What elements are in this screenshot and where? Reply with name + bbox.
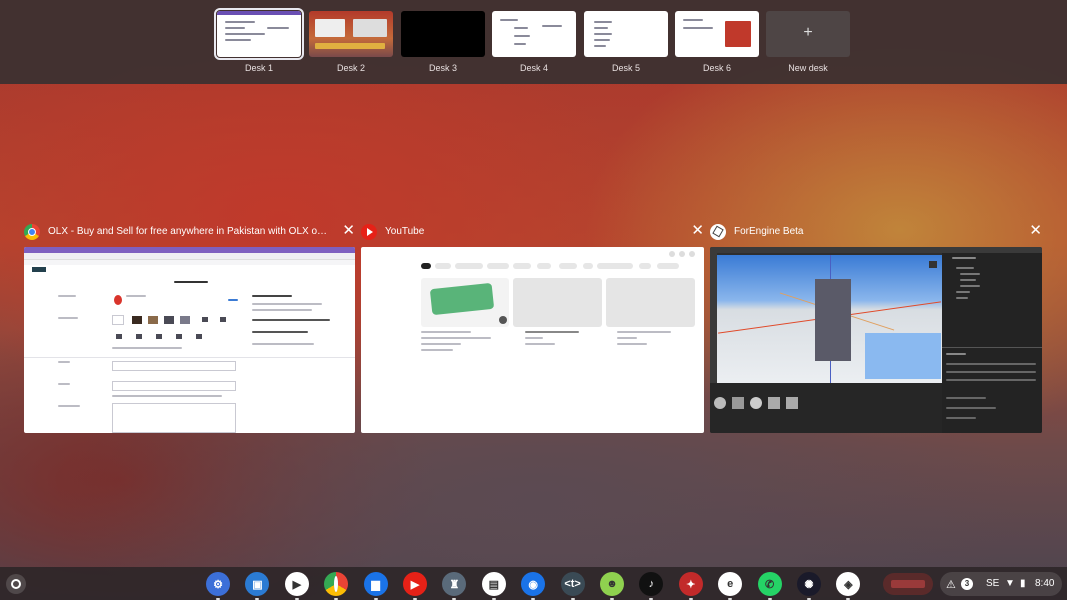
shelf-app-e-app[interactable]: e <box>718 572 743 600</box>
desk-thumbnail <box>309 11 393 57</box>
window-title: YouTube <box>385 226 425 237</box>
window-youtube[interactable]: YouTube ✕ <box>361 222 704 433</box>
shelf-app-spider-game[interactable]: ✦ <box>678 572 703 600</box>
shelf-app-game[interactable]: ♜ <box>442 572 467 600</box>
desk-2[interactable]: Desk 2 <box>309 11 393 73</box>
hero-icon: ✦ <box>686 578 696 591</box>
window-title: OLX - Buy and Sell for free anywhere in … <box>48 226 328 237</box>
desk-label: Desk 4 <box>519 63 548 73</box>
cube-icon: ◈ <box>844 578 853 591</box>
media-icon: ▤ <box>488 578 499 591</box>
wifi-icon: ▼ <box>1005 578 1015 589</box>
shelf-app-play-store[interactable]: ▶ <box>284 572 309 600</box>
desk-5[interactable]: Desk 5 <box>584 11 668 73</box>
window-header: YouTube ✕ <box>361 222 704 244</box>
frog-icon: ☻ <box>606 578 618 590</box>
desk-thumbnail <box>401 11 485 57</box>
shelf-app-settings[interactable]: ⚙ <box>206 572 230 600</box>
whatsapp-icon: ✆ <box>764 578 775 591</box>
window-olx[interactable]: OLX - Buy and Sell for free anywhere in … <box>24 222 355 433</box>
shelf-app-shadow-game[interactable]: ✺ <box>797 572 821 600</box>
desk-label: Desk 6 <box>702 63 731 73</box>
window-header: OLX - Buy and Sell for free anywhere in … <box>24 222 355 244</box>
forengine-icon <box>710 224 726 240</box>
new-desk-label: New desk <box>788 63 828 73</box>
shelf-app-files[interactable]: ▆ <box>363 572 388 600</box>
shelf-app-chrome[interactable] <box>324 572 349 600</box>
shelf-app-forengine[interactable]: ◈ <box>836 572 861 600</box>
youtube-icon <box>361 224 377 240</box>
chrome-icon <box>334 576 339 592</box>
tiktok-icon: ♪ <box>648 578 655 590</box>
desk-thumbnail <box>492 11 576 57</box>
game-character-icon: ♜ <box>449 578 460 591</box>
desk-thumbnail <box>214 8 304 60</box>
gear-icon: ⚙ <box>213 578 223 591</box>
desk-label: Desk 5 <box>611 63 640 73</box>
shelf-app-tiktok[interactable]: ♪ <box>639 572 664 600</box>
desk-1[interactable]: Desk 1 <box>214 8 304 73</box>
chrome-icon <box>24 224 40 240</box>
tray-preview-icon[interactable] <box>883 573 933 595</box>
camera-icon: ◉ <box>528 578 538 591</box>
shadow-game-icon: ✺ <box>804 578 814 591</box>
alert-icon: ⚠ <box>946 579 956 591</box>
close-icon[interactable]: ✕ <box>1029 223 1042 239</box>
desk-label: Desk 2 <box>336 63 365 73</box>
desk-6[interactable]: Desk 6 <box>675 11 759 73</box>
window-preview[interactable] <box>361 247 704 433</box>
terminal-icon: <t> <box>564 578 581 590</box>
shelf: ⚙ ▣ ▶ ▆ ▶ ♜ ▤ ◉ <t> ☻ ♪ ✦ e ✆ ✺ ◈ ⚠ 3 SE ▼ ▮ 8:40 <box>0 567 1067 600</box>
shelf-app-camera[interactable]: ◉ <box>521 572 546 600</box>
shelf-app-media[interactable]: ▤ <box>481 572 506 600</box>
folder-icon: ▆ <box>371 578 380 591</box>
notification-count: 3 <box>961 578 973 590</box>
desk-label: Desk 3 <box>428 63 457 73</box>
desk-3[interactable]: Desk 3 <box>401 11 485 73</box>
shelf-app-youtube[interactable]: ▶ <box>403 572 427 600</box>
window-preview[interactable] <box>24 247 355 433</box>
close-icon[interactable]: ✕ <box>342 223 355 239</box>
window-preview[interactable] <box>710 247 1042 433</box>
window-forengine[interactable]: ForEngine Beta ✕ <box>710 222 1042 433</box>
window-title: ForEngine Beta <box>734 226 804 237</box>
status-area[interactable]: ⚠ 3 SE ▼ ▮ 8:40 <box>940 572 1062 596</box>
shelf-app-files-drive[interactable]: ▣ <box>245 572 270 600</box>
battery-icon: ▮ <box>1020 578 1026 589</box>
plus-icon: + <box>766 11 850 57</box>
e-letter-icon: e <box>727 578 734 590</box>
desktop-app-icon: ▣ <box>252 578 263 591</box>
shelf-app-terminal[interactable]: <t> <box>560 572 585 600</box>
new-desk-button[interactable]: + New desk <box>766 11 850 73</box>
desk-label: Desk 1 <box>244 63 273 73</box>
keyboard-layout: SE <box>986 578 1000 589</box>
youtube-icon: ▶ <box>410 578 420 591</box>
window-header: ForEngine Beta ✕ <box>710 222 1042 244</box>
shelf-app-whatsapp[interactable]: ✆ <box>757 572 782 600</box>
desk-thumbnail <box>584 11 668 57</box>
close-icon[interactable]: ✕ <box>691 223 704 239</box>
play-store-icon: ▶ <box>292 578 302 591</box>
desk-4[interactable]: Desk 4 <box>492 11 576 73</box>
desk-thumbnail <box>675 11 759 57</box>
clock: 8:40 <box>1035 578 1055 589</box>
shelf-app-frog-game[interactable]: ☻ <box>600 572 624 600</box>
launcher-button[interactable] <box>6 574 26 594</box>
desk-bar: Desk 1 Desk 2 Desk 3 Desk 4 Desk 5 Desk … <box>0 0 1067 84</box>
